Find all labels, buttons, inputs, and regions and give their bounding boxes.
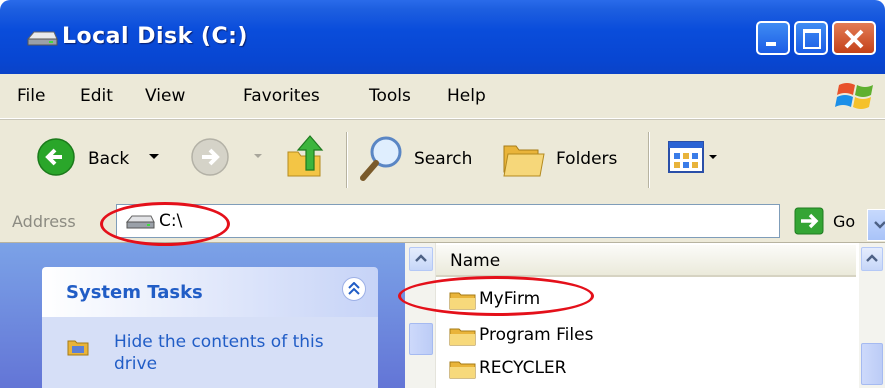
file-item-label: RECYCLER	[479, 358, 567, 378]
address-label: Address	[12, 212, 76, 231]
menu-view[interactable]: View	[145, 86, 185, 106]
column-header-name[interactable]: Name	[436, 245, 856, 277]
toolbar-separator	[648, 132, 650, 188]
task-pane-scrollbar[interactable]	[405, 243, 436, 388]
back-button[interactable]: Back	[88, 149, 129, 169]
drive-icon	[26, 31, 58, 46]
hide-contents-icon	[67, 340, 89, 356]
toolbar: Back Search Folders	[0, 119, 885, 201]
menu-tools[interactable]: Tools	[369, 86, 411, 106]
windows-logo-icon	[835, 83, 873, 109]
menu-edit[interactable]: Edit	[80, 86, 113, 106]
file-list-scrollbar[interactable]	[859, 243, 885, 388]
hide-contents-link[interactable]: Hide the contents of this drive	[114, 331, 354, 375]
file-item-label: Program Files	[479, 325, 594, 345]
address-input[interactable]: C:\	[116, 204, 885, 241]
folders-button[interactable]: Folders	[556, 149, 617, 169]
system-tasks-body: Hide the contents of this drive	[42, 317, 378, 388]
folder-icon	[449, 292, 476, 310]
up-folder-icon[interactable]	[284, 134, 326, 178]
back-dropdown-icon[interactable]	[148, 153, 160, 161]
address-value: C:\	[159, 211, 183, 231]
back-arrow-icon[interactable]	[36, 137, 76, 177]
column-name-label: Name	[450, 251, 501, 271]
drive-icon	[125, 215, 155, 229]
task-pane: System Tasks Hide the contents of this d…	[0, 243, 405, 388]
go-arrow-icon[interactable]	[794, 207, 824, 235]
forward-dropdown-icon	[254, 154, 262, 158]
forward-arrow-icon[interactable]	[190, 137, 230, 177]
search-icon[interactable]	[358, 134, 404, 182]
maximize-button[interactable]	[794, 21, 828, 55]
menu-file[interactable]: File	[17, 86, 45, 106]
views-dropdown-icon[interactable]	[708, 154, 718, 161]
minimize-button[interactable]	[756, 21, 790, 55]
go-button[interactable]: Go	[833, 212, 855, 231]
file-list-pane: Name MyFirm Program Files RECYCLER	[405, 243, 885, 388]
collapse-button[interactable]	[342, 277, 366, 301]
file-item-label: MyFirm	[479, 289, 541, 309]
folder-icon	[449, 328, 476, 346]
address-bar: Address C:\ Go	[0, 200, 885, 243]
close-button[interactable]	[832, 21, 876, 55]
chevron-up-double-icon	[348, 282, 360, 295]
scroll-up-button[interactable]	[861, 247, 883, 271]
folder-icon	[449, 361, 476, 379]
system-tasks-title: System Tasks	[66, 282, 203, 303]
close-icon	[844, 29, 864, 49]
search-button[interactable]: Search	[414, 149, 472, 169]
window-title: Local Disk (C:)	[62, 24, 248, 49]
toolbar-separator	[346, 132, 348, 188]
views-icon[interactable]	[668, 141, 704, 173]
folders-icon[interactable]	[500, 138, 546, 178]
system-tasks-header[interactable]: System Tasks	[42, 267, 378, 317]
scroll-thumb[interactable]	[861, 343, 883, 385]
scroll-up-button[interactable]	[409, 247, 433, 271]
menu-bar: File Edit View Favorites Tools Help	[0, 74, 885, 119]
address-dropdown-button[interactable]	[867, 209, 885, 241]
chevron-up-icon	[415, 254, 427, 262]
menu-favorites[interactable]: Favorites	[243, 86, 320, 106]
title-bar: Local Disk (C:)	[0, 0, 885, 74]
chevron-down-icon	[874, 221, 885, 229]
scroll-thumb[interactable]	[409, 323, 433, 355]
chevron-up-icon	[866, 254, 878, 262]
menu-help[interactable]: Help	[447, 86, 486, 106]
